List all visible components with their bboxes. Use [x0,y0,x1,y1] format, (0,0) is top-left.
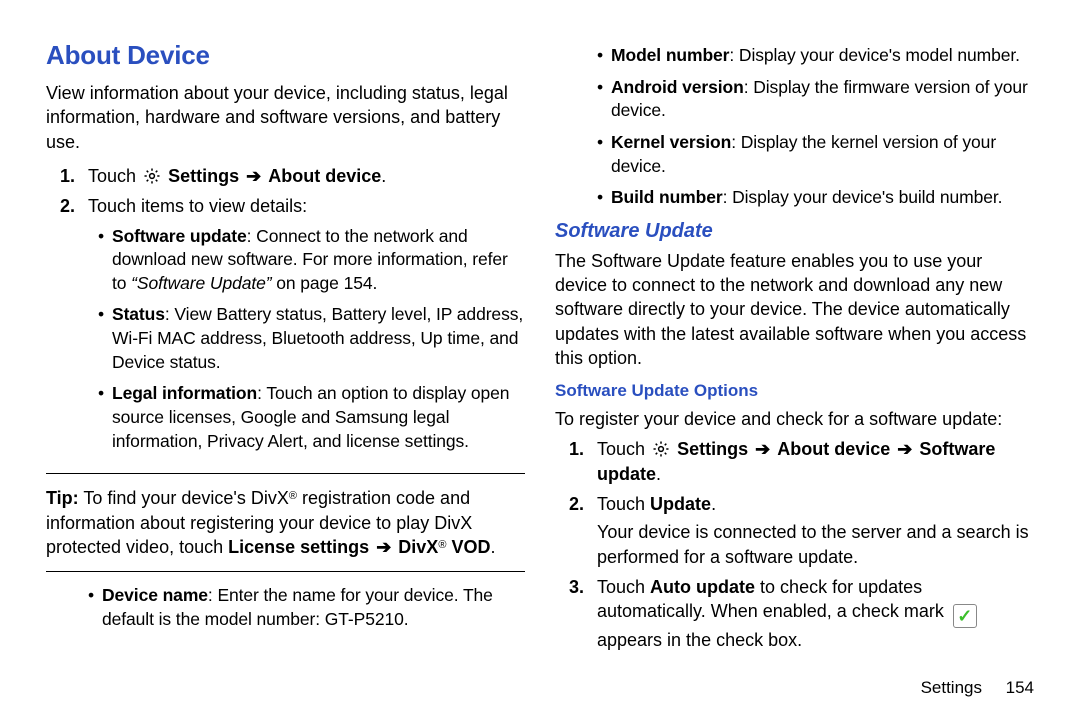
tip-block: Tip: To find your device's DivX® registr… [46,486,525,559]
step-number: 1. [60,164,88,188]
right-column: • Model number: Display your device's mo… [555,38,1034,659]
page-footer: Settings 154 [921,677,1034,700]
bullet-dot: • [597,76,611,123]
bullet-dot: • [88,584,102,631]
step-3-content: Touch Auto update to check for updates a… [597,575,1034,653]
step-2: 2. Touch Update. Your device is connecte… [569,492,1034,569]
bullet-dot: • [98,382,112,453]
post-tip-bullets: • Device name: Enter the name for your d… [88,584,525,631]
gear-icon [143,167,161,185]
step-2-content: Touch Update. Your device is connected t… [597,492,1034,569]
step-2: 2. Touch items to view details: • Softwa… [60,194,525,461]
footer-section: Settings [921,678,982,697]
heading-about-device: About Device [46,38,525,73]
bullet-dot: • [597,186,611,210]
tip-divider-top [46,473,525,474]
step-number: 1. [569,437,597,486]
software-update-intro: The Software Update feature enables you … [555,249,1034,370]
about-device-intro: View information about your device, incl… [46,81,525,154]
checkbox-checked-icon: ✓ [953,604,977,628]
step-1-content: Touch Settings ➔ About device ➔ Software… [597,437,1034,486]
bullet-build-number: • Build number: Display your device's bu… [597,186,1034,210]
bullet-status: • Status: View Battery status, Battery l… [98,303,525,374]
step-1: 1. Touch Settings ➔ About device. [60,164,525,188]
step-1: 1. Touch Settings ➔ About device ➔ Softw… [569,437,1034,486]
bullet-model-number: • Model number: Display your device's mo… [597,44,1034,68]
spec-bullets: • Model number: Display your device's mo… [597,44,1034,210]
bullet-dot: • [597,44,611,68]
heading-software-update: Software Update [555,218,1034,245]
bullet-legal: • Legal information: Touch an option to … [98,382,525,453]
bullet-android-version: • Android version: Display the firmware … [597,76,1034,123]
bullet-dot: • [597,131,611,178]
arrow-icon: ➔ [753,439,772,459]
step-number: 3. [569,575,597,653]
step-1-content: Touch Settings ➔ About device. [88,164,525,188]
step-number: 2. [60,194,88,461]
bullet-device-name: • Device name: Enter the name for your d… [88,584,525,631]
registered-mark: ® [438,539,446,551]
left-column: About Device View information about your… [46,38,525,659]
about-steps: 1. Touch Settings ➔ About device. 2. Tou… [60,164,525,461]
bullet-software-update: • Software update: Connect to the networ… [98,225,525,296]
footer-page-number: 154 [1006,678,1034,697]
update-steps: 1. Touch Settings ➔ About device ➔ Softw… [569,437,1034,652]
step-2-content: Touch items to view details: • Software … [88,194,525,461]
arrow-icon: ➔ [374,537,393,557]
bullet-dot: • [98,303,112,374]
detail-bullets: • Software update: Connect to the networ… [98,225,525,454]
heading-software-update-options: Software Update Options [555,380,1034,403]
tip-divider-bottom [46,571,525,572]
registered-mark: ® [289,490,297,502]
arrow-icon: ➔ [895,439,914,459]
step-3: 3. Touch Auto update to check for update… [569,575,1034,653]
gear-icon [652,440,670,458]
arrow-icon: ➔ [244,166,263,186]
step-number: 2. [569,492,597,569]
bullet-kernel-version: • Kernel version: Display the kernel ver… [597,131,1034,178]
bullet-dot: • [98,225,112,296]
register-intro: To register your device and check for a … [555,407,1034,431]
